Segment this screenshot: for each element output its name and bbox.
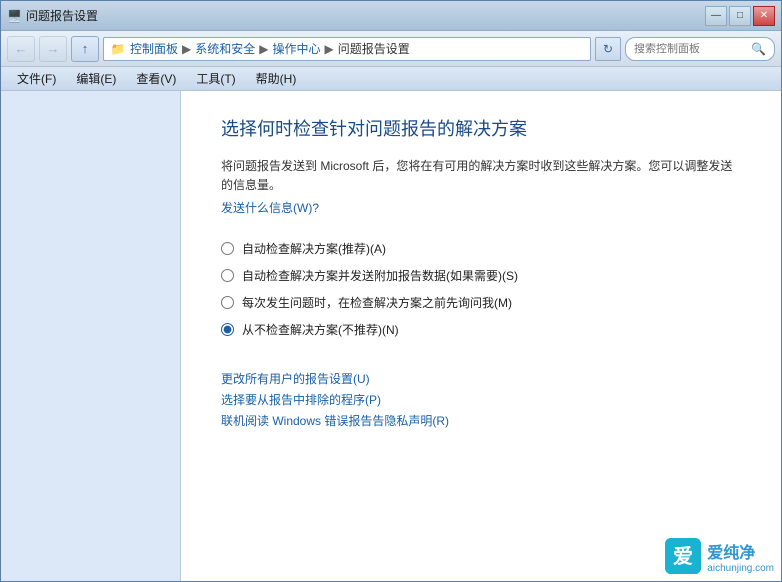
menu-edit[interactable]: 编辑(E)	[68, 68, 124, 89]
radio-button-3[interactable]	[221, 296, 234, 309]
watermark-logo: 爱	[665, 538, 701, 574]
title-bar-text: 🖥️ 问题报告设置	[7, 7, 98, 24]
radio-label-3[interactable]: 每次发生问题时，在检查解决方案之前先询问我(M)	[242, 294, 512, 311]
radio-option-1[interactable]: 自动检查解决方案(推荐)(A)	[221, 240, 741, 257]
menu-help[interactable]: 帮助(H)	[248, 68, 305, 89]
minimize-button[interactable]: —	[705, 6, 727, 26]
maximize-button[interactable]: □	[729, 6, 751, 26]
radio-option-4[interactable]: 从不检查解决方案(不推荐)(N)	[221, 321, 741, 338]
links-section: 更改所有用户的报告设置(U) 选择要从报告中排除的程序(P) 联机阅读 Wind…	[221, 370, 741, 429]
toolbar: ← → ↑ 📁 控制面板 ▶ 系统和安全 ▶ 操作中心 ▶ 问题报告设置 ↻ 🔍	[1, 31, 781, 67]
menu-view[interactable]: 查看(V)	[128, 68, 184, 89]
radio-label-2[interactable]: 自动检查解决方案并发送附加报告数据(如果需要)(S)	[242, 267, 518, 284]
watermark-en-text: aichunjing.com	[707, 563, 774, 574]
menu-bar: 文件(F) 编辑(E) 查看(V) 工具(T) 帮助(H)	[1, 67, 781, 91]
options-section: 自动检查解决方案(推荐)(A) 自动检查解决方案并发送附加报告数据(如果需要)(…	[221, 240, 741, 338]
refresh-button[interactable]: ↻	[595, 37, 621, 61]
breadcrumb-item-0[interactable]: 控制面板	[130, 40, 178, 57]
radio-button-1[interactable]	[221, 242, 234, 255]
privacy-statement-link[interactable]: 联机阅读 Windows 错误报告告隐私声明(R)	[221, 412, 741, 429]
title-bar: 🖥️ 问题报告设置 — □ ✕	[1, 1, 781, 31]
search-box[interactable]: 🔍	[625, 37, 775, 61]
svg-text:爱: 爱	[673, 545, 693, 568]
window-icon: 🖥️	[7, 9, 22, 23]
search-input[interactable]	[634, 43, 751, 55]
main-window: 🖥️ 问题报告设置 — □ ✕ ← → ↑ 📁 控制面板 ▶ 系统和安全 ▶ 操…	[0, 0, 782, 582]
watermark-text: 爱纯净 aichunjing.com	[707, 539, 774, 574]
search-icon[interactable]: 🔍	[751, 42, 766, 56]
radio-option-3[interactable]: 每次发生问题时，在检查解决方案之前先询问我(M)	[221, 294, 741, 311]
breadcrumb: 控制面板 ▶ 系统和安全 ▶ 操作中心 ▶ 问题报告设置	[130, 40, 410, 57]
title-bar-controls: — □ ✕	[705, 6, 775, 26]
close-button[interactable]: ✕	[753, 6, 775, 26]
info-link[interactable]: 发送什么信息(W)?	[221, 201, 319, 215]
page-title: 选择何时检查针对问题报告的解决方案	[221, 115, 741, 141]
breadcrumb-item-1[interactable]: 系统和安全	[195, 40, 255, 57]
radio-option-2[interactable]: 自动检查解决方案并发送附加报告数据(如果需要)(S)	[221, 267, 741, 284]
radio-label-1[interactable]: 自动检查解决方案(推荐)(A)	[242, 240, 386, 257]
menu-tools[interactable]: 工具(T)	[188, 68, 243, 89]
watermark-cn-text: 爱纯净	[707, 539, 774, 563]
description-text: 将问题报告发送到 Microsoft 后，您将在有可用的解决方案时收到这些解决方…	[221, 157, 741, 195]
up-button[interactable]: ↑	[71, 36, 99, 62]
radio-label-4[interactable]: 从不检查解决方案(不推荐)(N)	[242, 321, 399, 338]
forward-button[interactable]: →	[39, 36, 67, 62]
watermark: 爱 爱纯净 aichunjing.com	[665, 538, 774, 574]
content-area: 选择何时检查针对问题报告的解决方案 将问题报告发送到 Microsoft 后，您…	[1, 91, 781, 581]
exclude-programs-link[interactable]: 选择要从报告中排除的程序(P)	[221, 391, 741, 408]
breadcrumb-item-3: 问题报告设置	[338, 40, 410, 57]
right-content: 选择何时检查针对问题报告的解决方案 将问题报告发送到 Microsoft 后，您…	[181, 91, 781, 581]
left-panel	[1, 91, 181, 581]
change-all-users-link[interactable]: 更改所有用户的报告设置(U)	[221, 370, 741, 387]
back-button[interactable]: ←	[7, 36, 35, 62]
address-bar: 📁 控制面板 ▶ 系统和安全 ▶ 操作中心 ▶ 问题报告设置	[103, 37, 591, 61]
radio-button-4[interactable]	[221, 323, 234, 336]
breadcrumb-item-2[interactable]: 操作中心	[273, 40, 321, 57]
address-icon: 📁	[110, 41, 126, 57]
window-title: 问题报告设置	[26, 7, 98, 24]
menu-file[interactable]: 文件(F)	[9, 68, 64, 89]
radio-button-2[interactable]	[221, 269, 234, 282]
